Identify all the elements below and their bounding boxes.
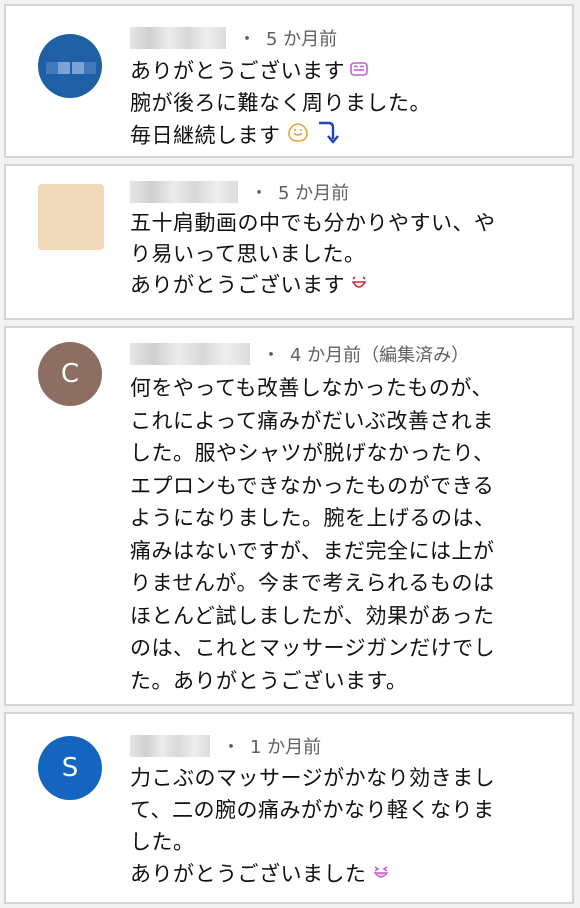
comment-line: 腕が後ろに難なく周りました。 xyxy=(130,90,431,115)
avatar[interactable] xyxy=(38,184,104,250)
comment-line: り易いって思いました。 xyxy=(130,242,366,266)
author-name-blurred[interactable] xyxy=(130,27,226,49)
avatar-letter: C xyxy=(60,359,80,389)
comment-meta: ・ 4 か月前（編集済み） xyxy=(130,342,469,366)
author-name-blurred[interactable] xyxy=(130,735,210,757)
comment-body: 力こぶのマッサージがかなり効きまし て、二の腕の痛みがかなり軽くなりま した。 … xyxy=(130,762,562,891)
comment-line: ありがとうございます xyxy=(130,59,345,83)
comment-line: 毎日継続します xyxy=(130,123,281,147)
comment-card: S ・ 1 か月前 力こぶのマッサージがかなり効きまし て、二の腕の痛みがかなり… xyxy=(4,712,574,904)
avatar-letter: S xyxy=(61,753,79,783)
grinning-squinting-emoji-icon xyxy=(371,859,391,891)
comment-body: 何をやっても改善しなかったものが、 これによって痛みがだいぶ改善されま した。服… xyxy=(130,372,562,697)
comment-time: 1 か月前 xyxy=(250,737,322,758)
comment-line: 五十肩動画の中でも分かりやすい、や xyxy=(130,211,496,235)
avatar[interactable]: S xyxy=(38,736,102,800)
smiling-face-emoji-icon xyxy=(349,271,369,302)
comment-line: のは、これとマッサージガンだけでし xyxy=(130,636,496,660)
grinning-emoji-icon xyxy=(349,57,369,88)
comment-meta: ・ 1 か月前 xyxy=(130,734,321,758)
comment-line: て、二の腕の痛みがかなり軽くなりま xyxy=(130,798,495,822)
curved-arrow-down-icon xyxy=(315,119,339,154)
comment-line: た。ありがとうございます。 xyxy=(130,668,408,693)
comment-line: 力こぶのマッサージがかなり効きまし xyxy=(130,766,496,790)
comment-line: 何をやっても改善しなかったものが、 xyxy=(130,376,493,400)
author-name-blurred[interactable] xyxy=(130,343,250,365)
comment-line: ようになりました。腕を上げるのは、 xyxy=(130,506,496,530)
comment-line: 痛みはないですが、まだ完全には上が xyxy=(130,538,495,563)
avatar[interactable]: C xyxy=(38,342,102,406)
comment-time: 5 か月前 xyxy=(266,29,338,50)
comment-line: りませんが。今まで考えられるものは xyxy=(130,571,495,595)
comment-line: これによって痛みがだいぶ改善されま xyxy=(130,408,494,433)
comment-time: 5 か月前 xyxy=(278,183,350,204)
comment-line: ほとんど試しましたが、効果があった xyxy=(130,603,495,628)
comment-card: C ・ 4 か月前（編集済み） 何をやっても改善しなかったものが、 これによって… xyxy=(4,326,574,706)
comments-page: ・ 5 か月前 ありがとうございます 腕が後ろに難なく周りました。 毎日継続しま… xyxy=(0,0,580,908)
comment-line: した。 xyxy=(130,830,195,854)
comment-line: ありがとうございました xyxy=(130,862,367,886)
comment-card: ・ 5 か月前 ありがとうございます 腕が後ろに難なく周りました。 毎日継続しま… xyxy=(4,4,574,158)
comment-card: ・ 5 か月前 五十肩動画の中でも分かりやすい、や り易いって思いました。 あり… xyxy=(4,164,574,320)
comment-line: ありがとうございます xyxy=(130,273,345,297)
avatar[interactable] xyxy=(38,34,102,98)
comment-meta: ・ 5 か月前 xyxy=(130,180,349,204)
comment-line: エプロンもできなかったものができる xyxy=(130,473,495,498)
author-name-blurred[interactable] xyxy=(130,181,238,203)
comment-body: 五十肩動画の中でも分かりやすい、や り易いって思いました。 ありがとうございます xyxy=(130,208,562,302)
comment-line: した。服やシャツが脱げなかったり、 xyxy=(130,441,495,465)
comment-body: ありがとうございます 腕が後ろに難なく周りました。 毎日継続します xyxy=(130,56,562,154)
comment-time: 4 か月前（編集済み） xyxy=(290,345,470,366)
comment-meta: ・ 5 か月前 xyxy=(130,26,337,50)
folded-hands-emoji-icon xyxy=(285,121,311,152)
